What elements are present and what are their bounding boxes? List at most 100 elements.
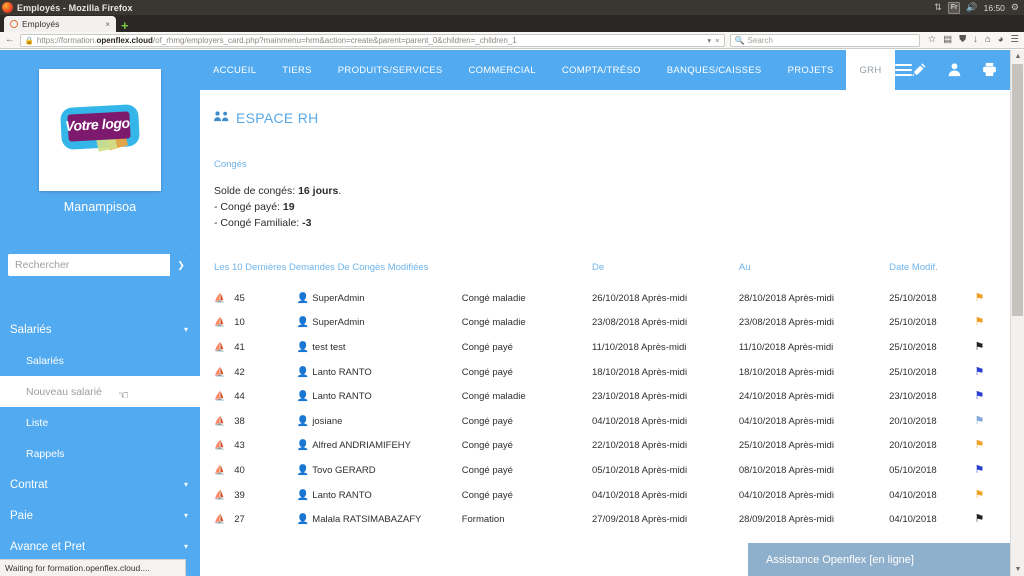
nav-item-projets[interactable]: PROJETS: [775, 50, 847, 90]
sidebar-item-rappels[interactable]: Rappels: [0, 438, 200, 469]
table-row[interactable]: ⛵ 38 👤 josiane Congé payé 04/10/2018 Après-mi…: [214, 409, 1010, 434]
stop-icon[interactable]: ×: [715, 36, 719, 45]
column-header-date-modif[interactable]: Date Modif.: [889, 262, 974, 286]
print-icon[interactable]: [982, 62, 997, 79]
status-flag-icon[interactable]: ⚑: [974, 341, 984, 353]
sidebar-search[interactable]: ❯: [8, 254, 192, 276]
network-icon[interactable]: ⇅: [934, 3, 942, 12]
cell-id[interactable]: ⛵ 10: [214, 311, 297, 336]
cell-employee[interactable]: 👤 Alfred ANDRIAMIFEHY: [297, 434, 462, 459]
cell-status-flag[interactable]: ⚑: [974, 409, 1010, 434]
browser-tab[interactable]: Employés ×: [4, 16, 116, 32]
cell-status-flag[interactable]: ⚑: [974, 483, 1010, 508]
cell-id[interactable]: ⛵ 45: [214, 286, 297, 311]
table-row[interactable]: ⛵ 40 👤 Tovo GERARD Congé payé 05/10/2018 Aprè…: [214, 458, 1010, 483]
nav-item-grh[interactable]: GRH: [846, 50, 895, 90]
cell-status-flag[interactable]: ⚑: [974, 384, 1010, 409]
sidebar-item-nouveau-salarie[interactable]: Nouveau salarié ☞: [0, 376, 200, 407]
column-header-de[interactable]: De: [592, 262, 739, 286]
theme-palette-icon[interactable]: [911, 62, 927, 79]
sidebar-item-liste[interactable]: Liste: [0, 407, 200, 438]
cell-status-flag[interactable]: ⚑: [974, 286, 1010, 311]
chevron-down-icon[interactable]: ❯: [170, 254, 192, 276]
open-link-icon[interactable]: ⛵: [214, 342, 225, 352]
chevron-down-icon[interactable]: ▾: [184, 511, 188, 520]
nav-item-commercial[interactable]: COMMERCIAL: [455, 50, 548, 90]
cell-id[interactable]: ⛵ 40: [214, 458, 297, 483]
cell-id[interactable]: ⛵ 41: [214, 335, 297, 360]
hamburger-menu-icon[interactable]: [894, 50, 912, 90]
table-row[interactable]: ⛵ 41 👤 test test Congé payé 11/10/2018 Après-…: [214, 335, 1010, 360]
sidebar-group-avance-et-pret[interactable]: Avance et Pret ▾: [0, 531, 200, 562]
cell-status-flag[interactable]: ⚑: [974, 360, 1010, 385]
status-flag-icon[interactable]: ⚑: [974, 489, 984, 501]
cell-id[interactable]: ⛵ 38: [214, 409, 297, 434]
chevron-down-icon[interactable]: ▾: [184, 542, 188, 551]
cell-status-flag[interactable]: ⚑: [974, 507, 1010, 532]
menu-icon[interactable]: ☰: [1010, 35, 1019, 45]
table-row[interactable]: ⛵ 39 👤 Lanto RANTO Congé payé 04/10/2018 Aprè…: [214, 483, 1010, 508]
column-header-au[interactable]: Au: [739, 262, 889, 286]
sidebar-group-salaries[interactable]: Salariés ▾: [0, 314, 200, 345]
open-link-icon[interactable]: ⛵: [214, 293, 225, 303]
home-icon[interactable]: ⌂: [985, 35, 991, 45]
volume-icon[interactable]: 🔊: [966, 3, 977, 12]
cell-id[interactable]: ⛵ 42: [214, 360, 297, 385]
open-link-icon[interactable]: ⛵: [214, 317, 225, 327]
sidebar-item-salaries[interactable]: Salariés: [0, 345, 200, 376]
cell-employee[interactable]: 👤 SuperAdmin: [297, 311, 462, 336]
open-link-icon[interactable]: ⛵: [214, 391, 225, 401]
new-tab-button[interactable]: +: [121, 19, 129, 32]
sidebar-group-contrat[interactable]: Contrat ▾: [0, 469, 200, 500]
nav-item-compta-treso[interactable]: COMPTA/TRÉSO: [549, 50, 654, 90]
scrollbar-thumb[interactable]: [1012, 64, 1023, 316]
gear-icon[interactable]: ⚙: [1011, 3, 1019, 12]
status-flag-icon[interactable]: ⚑: [974, 390, 984, 402]
status-flag-icon[interactable]: ⚑: [974, 316, 984, 328]
bookmark-star-icon[interactable]: ☆: [928, 35, 937, 45]
status-flag-icon[interactable]: ⚑: [974, 513, 984, 525]
sidebar-group-paie[interactable]: Paie ▾: [0, 500, 200, 531]
cell-employee[interactable]: 👤 SuperAdmin: [297, 286, 462, 311]
table-row[interactable]: ⛵ 42 👤 Lanto RANTO Congé payé 18/10/2018 Aprè…: [214, 360, 1010, 385]
keyboard-layout-indicator[interactable]: Fr: [947, 1, 961, 14]
chevron-down-icon[interactable]: ▾: [707, 36, 711, 45]
cell-employee[interactable]: 👤 Lanto RANTO: [297, 360, 462, 385]
cell-id[interactable]: ⛵ 27: [214, 507, 297, 532]
cell-status-flag[interactable]: ⚑: [974, 434, 1010, 459]
cell-employee[interactable]: 👤 Lanto RANTO: [297, 384, 462, 409]
url-bar[interactable]: 🔒 https://formation.openflex.cloud/of_rh…: [19, 33, 725, 47]
open-link-icon[interactable]: ⛵: [214, 490, 225, 500]
status-flag-icon[interactable]: ⚑: [974, 464, 984, 476]
open-link-icon[interactable]: ⛵: [214, 514, 225, 524]
nav-item-produits-services[interactable]: PRODUITS/SERVICES: [325, 50, 456, 90]
clock[interactable]: 16:50: [984, 3, 1005, 13]
nav-item-tiers[interactable]: TIERS: [269, 50, 324, 90]
cell-status-flag[interactable]: ⚑: [974, 458, 1010, 483]
open-link-icon[interactable]: ⛵: [214, 367, 225, 377]
cell-status-flag[interactable]: ⚑: [974, 311, 1010, 336]
status-flag-icon[interactable]: ⚑: [974, 415, 984, 427]
chevron-down-icon[interactable]: ▾: [184, 325, 188, 334]
status-flag-icon[interactable]: ⚑: [974, 366, 984, 378]
cell-id[interactable]: ⛵ 43: [214, 434, 297, 459]
cell-employee[interactable]: 👤 Tovo GERARD: [297, 458, 462, 483]
scroll-up-icon[interactable]: ▲: [1011, 50, 1024, 63]
user-icon[interactable]: [947, 62, 962, 79]
table-row[interactable]: ⛵ 44 👤 Lanto RANTO Congé maladie 23/10/2018 A…: [214, 384, 1010, 409]
cell-employee[interactable]: 👤 Malala RATSIMABAZAFY: [297, 507, 462, 532]
pocket-icon[interactable]: ◕: [998, 35, 1004, 45]
close-icon[interactable]: ×: [103, 20, 112, 29]
cell-employee[interactable]: 👤 josiane: [297, 409, 462, 434]
shield-icon[interactable]: ⛊: [959, 35, 966, 45]
reader-mode-icon[interactable]: ▤: [943, 35, 952, 45]
column-header-title[interactable]: Les 10 Dernières Demandes De Congès Modi…: [214, 262, 462, 286]
table-row[interactable]: ⛵ 45 👤 SuperAdmin Congé maladie 26/10/2018 Ap…: [214, 286, 1010, 311]
cell-employee[interactable]: 👤 test test: [297, 335, 462, 360]
cell-employee[interactable]: 👤 Lanto RANTO: [297, 483, 462, 508]
cell-status-flag[interactable]: ⚑: [974, 335, 1010, 360]
table-row[interactable]: ⛵ 43 👤 Alfred ANDRIAMIFEHY Congé payé 22/10/2…: [214, 434, 1010, 459]
status-flag-icon[interactable]: ⚑: [974, 439, 984, 451]
chevron-down-icon[interactable]: ▾: [184, 480, 188, 489]
table-row[interactable]: ⛵ 27 👤 Malala RATSIMABAZAFY Formation 27/09/2…: [214, 507, 1010, 532]
